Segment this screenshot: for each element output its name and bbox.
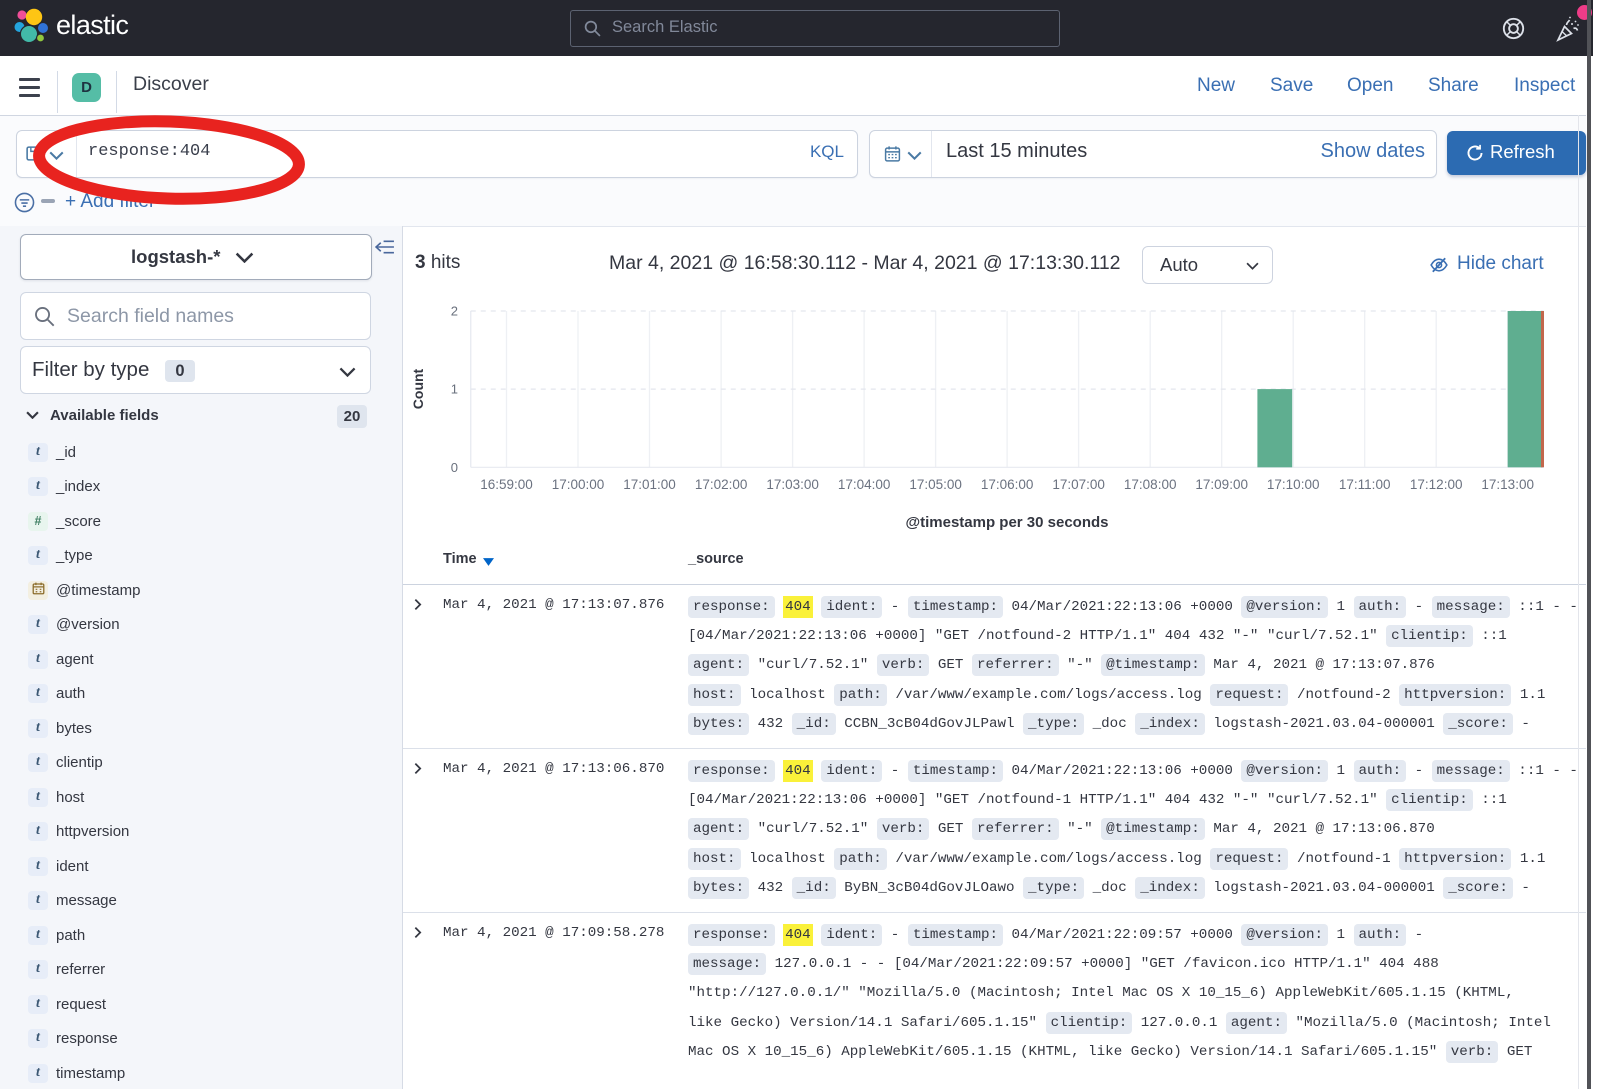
svg-text:17:13:00: 17:13:00 [1481, 477, 1534, 492]
svg-text:17:10:00: 17:10:00 [1267, 477, 1320, 492]
svg-text:2: 2 [451, 304, 458, 319]
svg-text:17:11:00: 17:11:00 [1339, 477, 1391, 492]
svg-text:@timestamp per 30 seconds: @timestamp per 30 seconds [905, 514, 1108, 531]
svg-text:1: 1 [451, 382, 458, 397]
svg-text:17:05:00: 17:05:00 [909, 477, 962, 492]
svg-text:17:09:00: 17:09:00 [1195, 477, 1248, 492]
svg-text:Count: Count [410, 368, 426, 409]
svg-text:17:03:00: 17:03:00 [766, 477, 819, 492]
svg-text:17:12:00: 17:12:00 [1410, 477, 1463, 492]
svg-text:17:07:00: 17:07:00 [1052, 477, 1105, 492]
svg-text:17:08:00: 17:08:00 [1124, 477, 1177, 492]
svg-text:17:01:00: 17:01:00 [623, 477, 676, 492]
svg-text:16:59:00: 16:59:00 [480, 477, 533, 492]
svg-text:17:04:00: 17:04:00 [838, 477, 891, 492]
svg-text:17:06:00: 17:06:00 [981, 477, 1034, 492]
svg-text:0: 0 [451, 460, 458, 475]
svg-text:17:02:00: 17:02:00 [695, 477, 748, 492]
svg-text:17:00:00: 17:00:00 [552, 477, 605, 492]
